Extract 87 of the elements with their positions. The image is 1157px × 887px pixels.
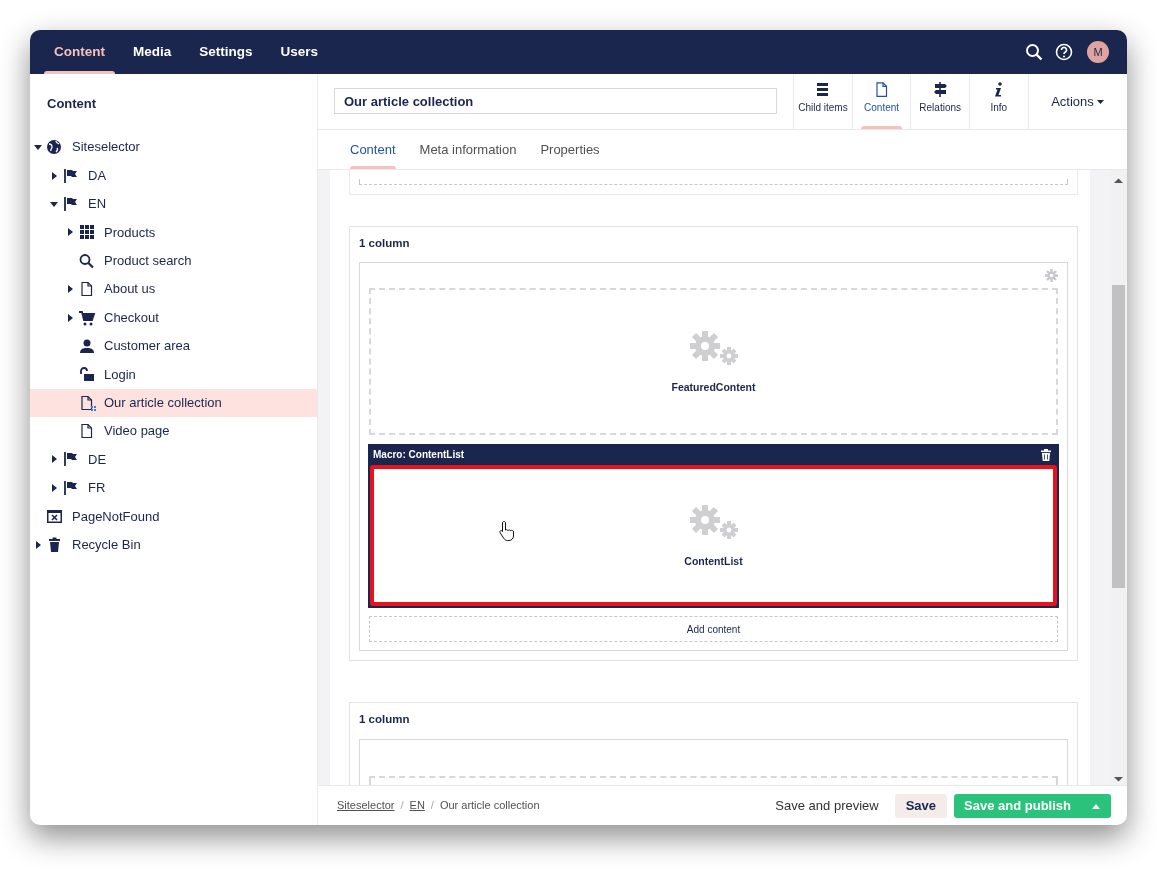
- caret-down-icon[interactable]: [50, 199, 58, 208]
- save-button[interactable]: Save: [894, 793, 948, 818]
- flag-icon: [62, 451, 80, 468]
- tree-item-label: Our article collection: [104, 393, 222, 412]
- tree-item[interactable]: Siteselector: [30, 133, 317, 162]
- window-x-icon: [46, 508, 64, 525]
- breadcrumb-link[interactable]: Siteselector: [337, 797, 395, 814]
- add-content-button[interactable]: Add content: [369, 616, 1058, 643]
- tree-item-label: EN: [88, 195, 107, 214]
- caret-right-icon[interactable]: [50, 483, 58, 492]
- macro-title: Macro: ContentList: [373, 448, 465, 463]
- user-avatar[interactable]: M: [1087, 41, 1109, 63]
- help-icon[interactable]: [1055, 43, 1073, 61]
- grid-icon: [78, 224, 96, 241]
- breadcrumb-link[interactable]: EN: [409, 797, 425, 814]
- tree-item[interactable]: Login: [30, 360, 317, 389]
- actions-dropdown[interactable]: Actions: [1027, 74, 1127, 129]
- unlocked-padlock-icon: [78, 366, 96, 383]
- row-title: 1 column: [359, 236, 411, 251]
- cart-icon: [78, 309, 96, 326]
- tree-item-label: DA: [88, 166, 107, 185]
- tree-item[interactable]: DA: [30, 161, 317, 190]
- content-tab[interactable]: Content: [338, 130, 408, 169]
- breadcrumb-current: Our article collection: [439, 798, 540, 814]
- search-icon: [78, 252, 96, 269]
- caret-icon: [1092, 803, 1100, 809]
- node-name-field[interactable]: Our article collection: [334, 88, 778, 114]
- caret-right-icon[interactable]: [66, 285, 74, 294]
- tree-item-label: Customer area: [104, 337, 190, 356]
- content-tab[interactable]: Properties: [528, 130, 612, 169]
- scrollbar[interactable]: [1110, 170, 1127, 785]
- flag-icon: [62, 167, 80, 184]
- person-icon: [78, 337, 96, 354]
- section-tab[interactable]: Media: [119, 30, 186, 74]
- caret-icon: [1097, 99, 1105, 105]
- tree-item-label: Video page: [104, 422, 170, 441]
- document-icon: [78, 394, 96, 411]
- breadcrumb-separator: /: [430, 798, 434, 814]
- caret-right-icon[interactable]: [34, 540, 42, 549]
- tree-item[interactable]: Checkout: [30, 303, 317, 332]
- tree-item-label: Recycle Bin: [72, 535, 141, 554]
- tree-item[interactable]: FR: [30, 473, 317, 503]
- tree-item[interactable]: About us: [30, 274, 317, 304]
- flag-icon: [62, 479, 80, 496]
- caret-right-icon[interactable]: [66, 228, 74, 237]
- document-icon: [875, 82, 889, 97]
- tree-item[interactable]: Recycle Bin: [30, 530, 317, 559]
- save-and-preview-button[interactable]: Save and preview: [769, 794, 885, 817]
- section-tab[interactable]: Settings: [185, 30, 267, 74]
- tree-item-label: DE: [88, 450, 107, 469]
- tree-item-label: Siteselector: [72, 138, 140, 157]
- caret-down-icon[interactable]: [34, 143, 42, 152]
- tree-item[interactable]: Products: [30, 218, 317, 247]
- content-tab[interactable]: Meta information: [407, 130, 529, 169]
- trash-icon[interactable]: [1041, 448, 1051, 461]
- row-title: 1 column: [359, 712, 411, 728]
- signpost-icon: [933, 82, 947, 97]
- tree-item[interactable]: Customer area: [30, 331, 317, 361]
- tree-item-label: About us: [104, 280, 156, 299]
- tree-item-label: Login: [104, 365, 136, 384]
- tree-item-label: PageNotFound: [72, 507, 160, 526]
- tree-item[interactable]: DE: [30, 445, 317, 474]
- section-tab[interactable]: Content: [40, 30, 119, 74]
- tree-item-label: Checkout: [104, 308, 159, 327]
- flag-icon: [62, 195, 80, 212]
- tree-item-label: FR: [88, 479, 106, 498]
- caret-right-icon[interactable]: [50, 455, 58, 464]
- sidebar-title: Content: [46, 95, 98, 113]
- tree-item[interactable]: EN: [30, 189, 317, 219]
- search-icon[interactable]: [1025, 43, 1043, 61]
- globe-icon: [46, 139, 64, 156]
- tree-item[interactable]: Product search: [30, 246, 317, 275]
- tree-item[interactable]: Video page: [30, 416, 317, 446]
- tree-item-label: Products: [104, 223, 156, 242]
- tree-item[interactable]: Our article collection: [30, 388, 317, 417]
- hand-cursor-icon: [498, 520, 516, 543]
- tree-item-label: Product search: [104, 252, 192, 270]
- macro-name: FeaturedContent: [671, 379, 756, 395]
- caret-right-icon[interactable]: [66, 313, 74, 322]
- macro-preview[interactable]: ContentList: [370, 465, 1057, 607]
- breadcrumb-separator: /: [400, 798, 404, 814]
- caret-right-icon[interactable]: [50, 171, 58, 180]
- macro-preview[interactable]: FeaturedContent: [369, 288, 1058, 436]
- tree-item[interactable]: PageNotFound: [30, 502, 317, 531]
- section-tab[interactable]: Users: [266, 30, 333, 74]
- macro-name: ContentList: [684, 553, 743, 569]
- list-icon: [816, 82, 830, 97]
